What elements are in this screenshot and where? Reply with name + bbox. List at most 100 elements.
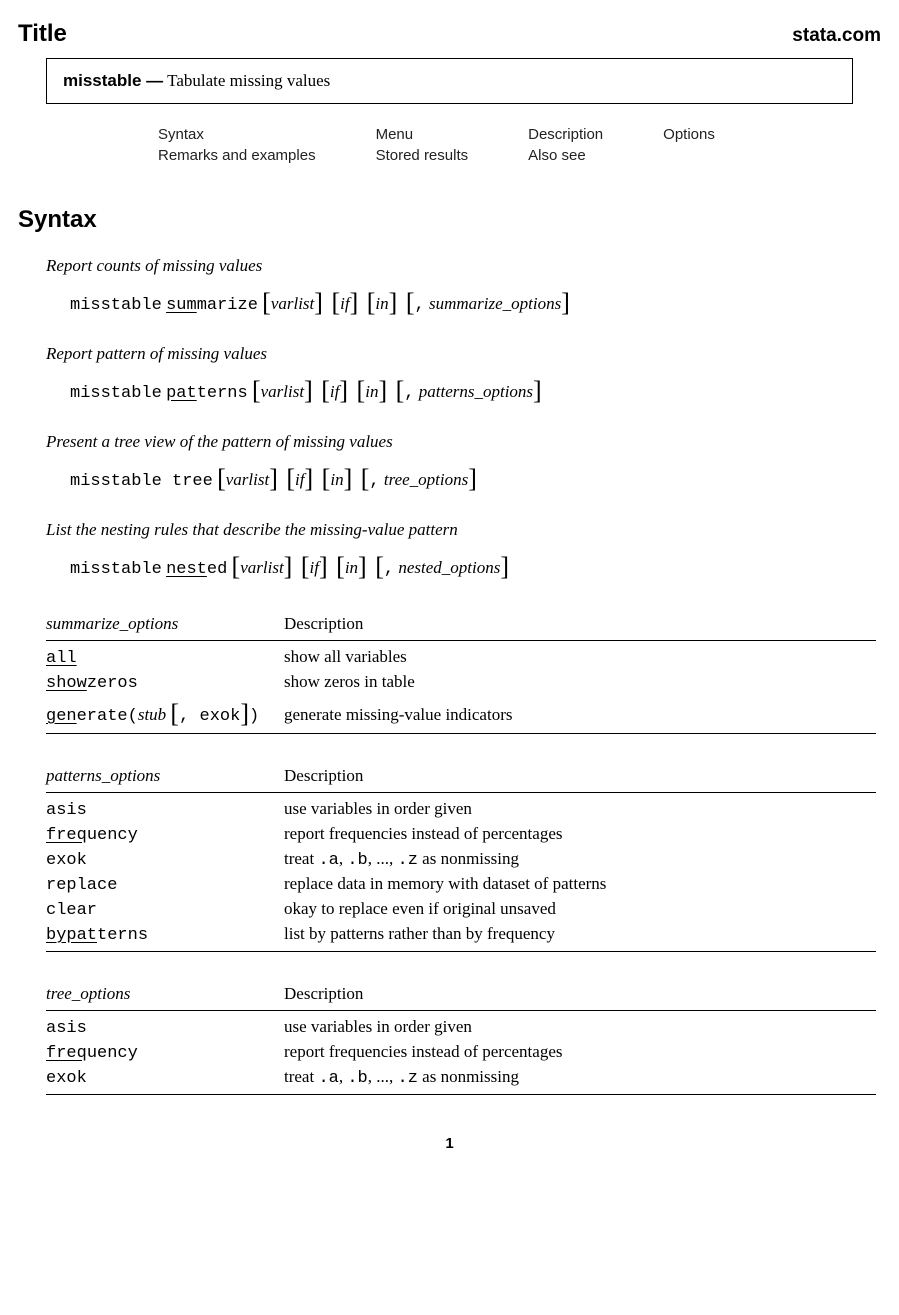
opt-desc: okay to replace even if original unsaved xyxy=(284,897,876,922)
nav-description[interactable]: Description xyxy=(528,124,663,145)
col-header-opt: summarize_options xyxy=(46,608,284,641)
col-header-desc: Description xyxy=(284,608,876,641)
bracket-icon: [ xyxy=(331,288,340,317)
col-header-desc: Description xyxy=(284,978,876,1011)
bracket-icon: ] xyxy=(389,288,398,317)
subcmd-rest: terns xyxy=(197,384,248,403)
syntax-caption: Report counts of missing values xyxy=(46,256,881,276)
subcmd-rest: ed xyxy=(207,560,227,579)
bracket-icon: [ xyxy=(262,288,271,317)
bracket-icon: ] xyxy=(358,552,367,581)
section-syntax: Syntax xyxy=(18,206,881,234)
bracket-icon: [ xyxy=(406,288,415,317)
opt: freq xyxy=(46,826,87,845)
opt: asis xyxy=(46,1011,284,1041)
bracket-icon: [ xyxy=(286,464,295,493)
bracket-icon: ] xyxy=(378,376,387,405)
opt-desc: report frequencies instead of percentage… xyxy=(284,1040,876,1065)
nav-syntax[interactable]: Syntax xyxy=(158,124,376,145)
summarize-options-table: summarize_options Description all show a… xyxy=(46,608,876,734)
bracket-icon: ] xyxy=(500,552,509,581)
bracket-icon: [ xyxy=(396,376,405,405)
opts: nested_options xyxy=(398,558,500,577)
bracket-icon: [ xyxy=(357,376,366,405)
bracket-icon: [ xyxy=(301,552,310,581)
opt-desc: treat .a, .b, ..., .z as nonmissing xyxy=(284,1065,876,1095)
bracket-icon: [ xyxy=(375,552,384,581)
opt-rest: zeros xyxy=(87,674,138,693)
opt: exok xyxy=(46,1065,284,1095)
subcmd-ul: pat xyxy=(166,384,197,403)
syntax-caption: Report pattern of missing values xyxy=(46,344,881,364)
opts: tree_options xyxy=(384,470,468,489)
table-row: exok treat .a, .b, ..., .z as nonmissing xyxy=(46,1065,876,1095)
comma: , xyxy=(384,560,394,579)
nav-menu[interactable]: Menu xyxy=(376,124,529,145)
syntax-line: misstable nested [varlist] [if] [in] [, … xyxy=(70,550,881,580)
opt-desc: report frequencies instead of percentage… xyxy=(284,822,876,847)
nav-stored-results[interactable]: Stored results xyxy=(376,145,529,166)
opt: replace xyxy=(46,872,284,897)
tree-options-table: tree_options Description asis use variab… xyxy=(46,978,876,1095)
table-row: asis use variables in order given xyxy=(46,793,876,823)
subcmd-rest: marize xyxy=(197,296,258,315)
opt: gen xyxy=(46,707,77,726)
opt-desc: show zeros in table xyxy=(284,670,876,695)
syntax-caption: Present a tree view of the pattern of mi… xyxy=(46,432,881,452)
opt-desc: treat .a, .b, ..., .z as nonmissing xyxy=(284,847,876,872)
if: if xyxy=(310,558,319,577)
cmd: misstable tree xyxy=(70,472,213,491)
nav-row: Remarks and examples Stored results Also… xyxy=(158,145,775,166)
bracket-icon: ] xyxy=(304,376,313,405)
nav-empty xyxy=(663,145,775,166)
varlist: varlist xyxy=(271,294,314,313)
command-name: misstable — xyxy=(63,71,163,90)
in: in xyxy=(345,558,358,577)
opt: bypat xyxy=(46,926,97,945)
if: if xyxy=(340,294,349,313)
col-header-opt: tree_options xyxy=(46,978,284,1011)
table-row: showzeros show zeros in table xyxy=(46,670,876,695)
bracket-icon: [ xyxy=(321,376,330,405)
opt-desc: show all variables xyxy=(284,641,876,671)
bracket-icon: [ xyxy=(361,464,370,493)
in: in xyxy=(330,470,343,489)
opt: show xyxy=(46,674,87,693)
bracket-icon: [ xyxy=(322,464,331,493)
comma: , xyxy=(404,384,414,403)
opt: clear xyxy=(46,897,284,922)
table-row: all show all variables xyxy=(46,641,876,671)
bracket-icon: ] xyxy=(240,699,249,728)
opt-desc: use variables in order given xyxy=(284,1011,876,1041)
close-paren: ) xyxy=(249,707,259,726)
syntax-group-patterns: Report pattern of missing values misstab… xyxy=(46,344,881,404)
bracket-icon: ] xyxy=(269,464,278,493)
cmd: misstable xyxy=(70,560,162,579)
opt: exok xyxy=(46,847,284,872)
exok: , exok xyxy=(179,707,240,726)
bracket-icon: ] xyxy=(561,288,570,317)
cmd: misstable xyxy=(70,384,162,403)
opt: asis xyxy=(46,793,284,823)
opt-desc: list by patterns rather than by frequenc… xyxy=(284,922,876,952)
brand-link[interactable]: stata.com xyxy=(792,25,881,47)
table-row: bypatterns list by patterns rather than … xyxy=(46,922,876,952)
in: in xyxy=(365,382,378,401)
nav-links: Syntax Menu Description Options Remarks … xyxy=(158,124,881,166)
opts: patterns_options xyxy=(419,382,533,401)
table-row: frequency report frequencies instead of … xyxy=(46,1040,876,1065)
syntax-line: misstable tree [varlist] [if] [in] [, tr… xyxy=(70,462,881,492)
varlist: varlist xyxy=(226,470,269,489)
patterns-options-table: patterns_options Description asis use va… xyxy=(46,760,876,952)
table-row: clear okay to replace even if original u… xyxy=(46,897,876,922)
bracket-icon: ] xyxy=(344,464,353,493)
bracket-icon: ] xyxy=(339,376,348,405)
syntax-group-nested: List the nesting rules that describe the… xyxy=(46,520,881,580)
nav-also-see[interactable]: Also see xyxy=(528,145,663,166)
table-row: asis use variables in order given xyxy=(46,1011,876,1041)
nav-options[interactable]: Options xyxy=(663,124,775,145)
nav-remarks[interactable]: Remarks and examples xyxy=(158,145,376,166)
opt-rest: terns xyxy=(97,926,148,945)
bracket-icon: [ xyxy=(252,376,261,405)
syntax-caption: List the nesting rules that describe the… xyxy=(46,520,881,540)
